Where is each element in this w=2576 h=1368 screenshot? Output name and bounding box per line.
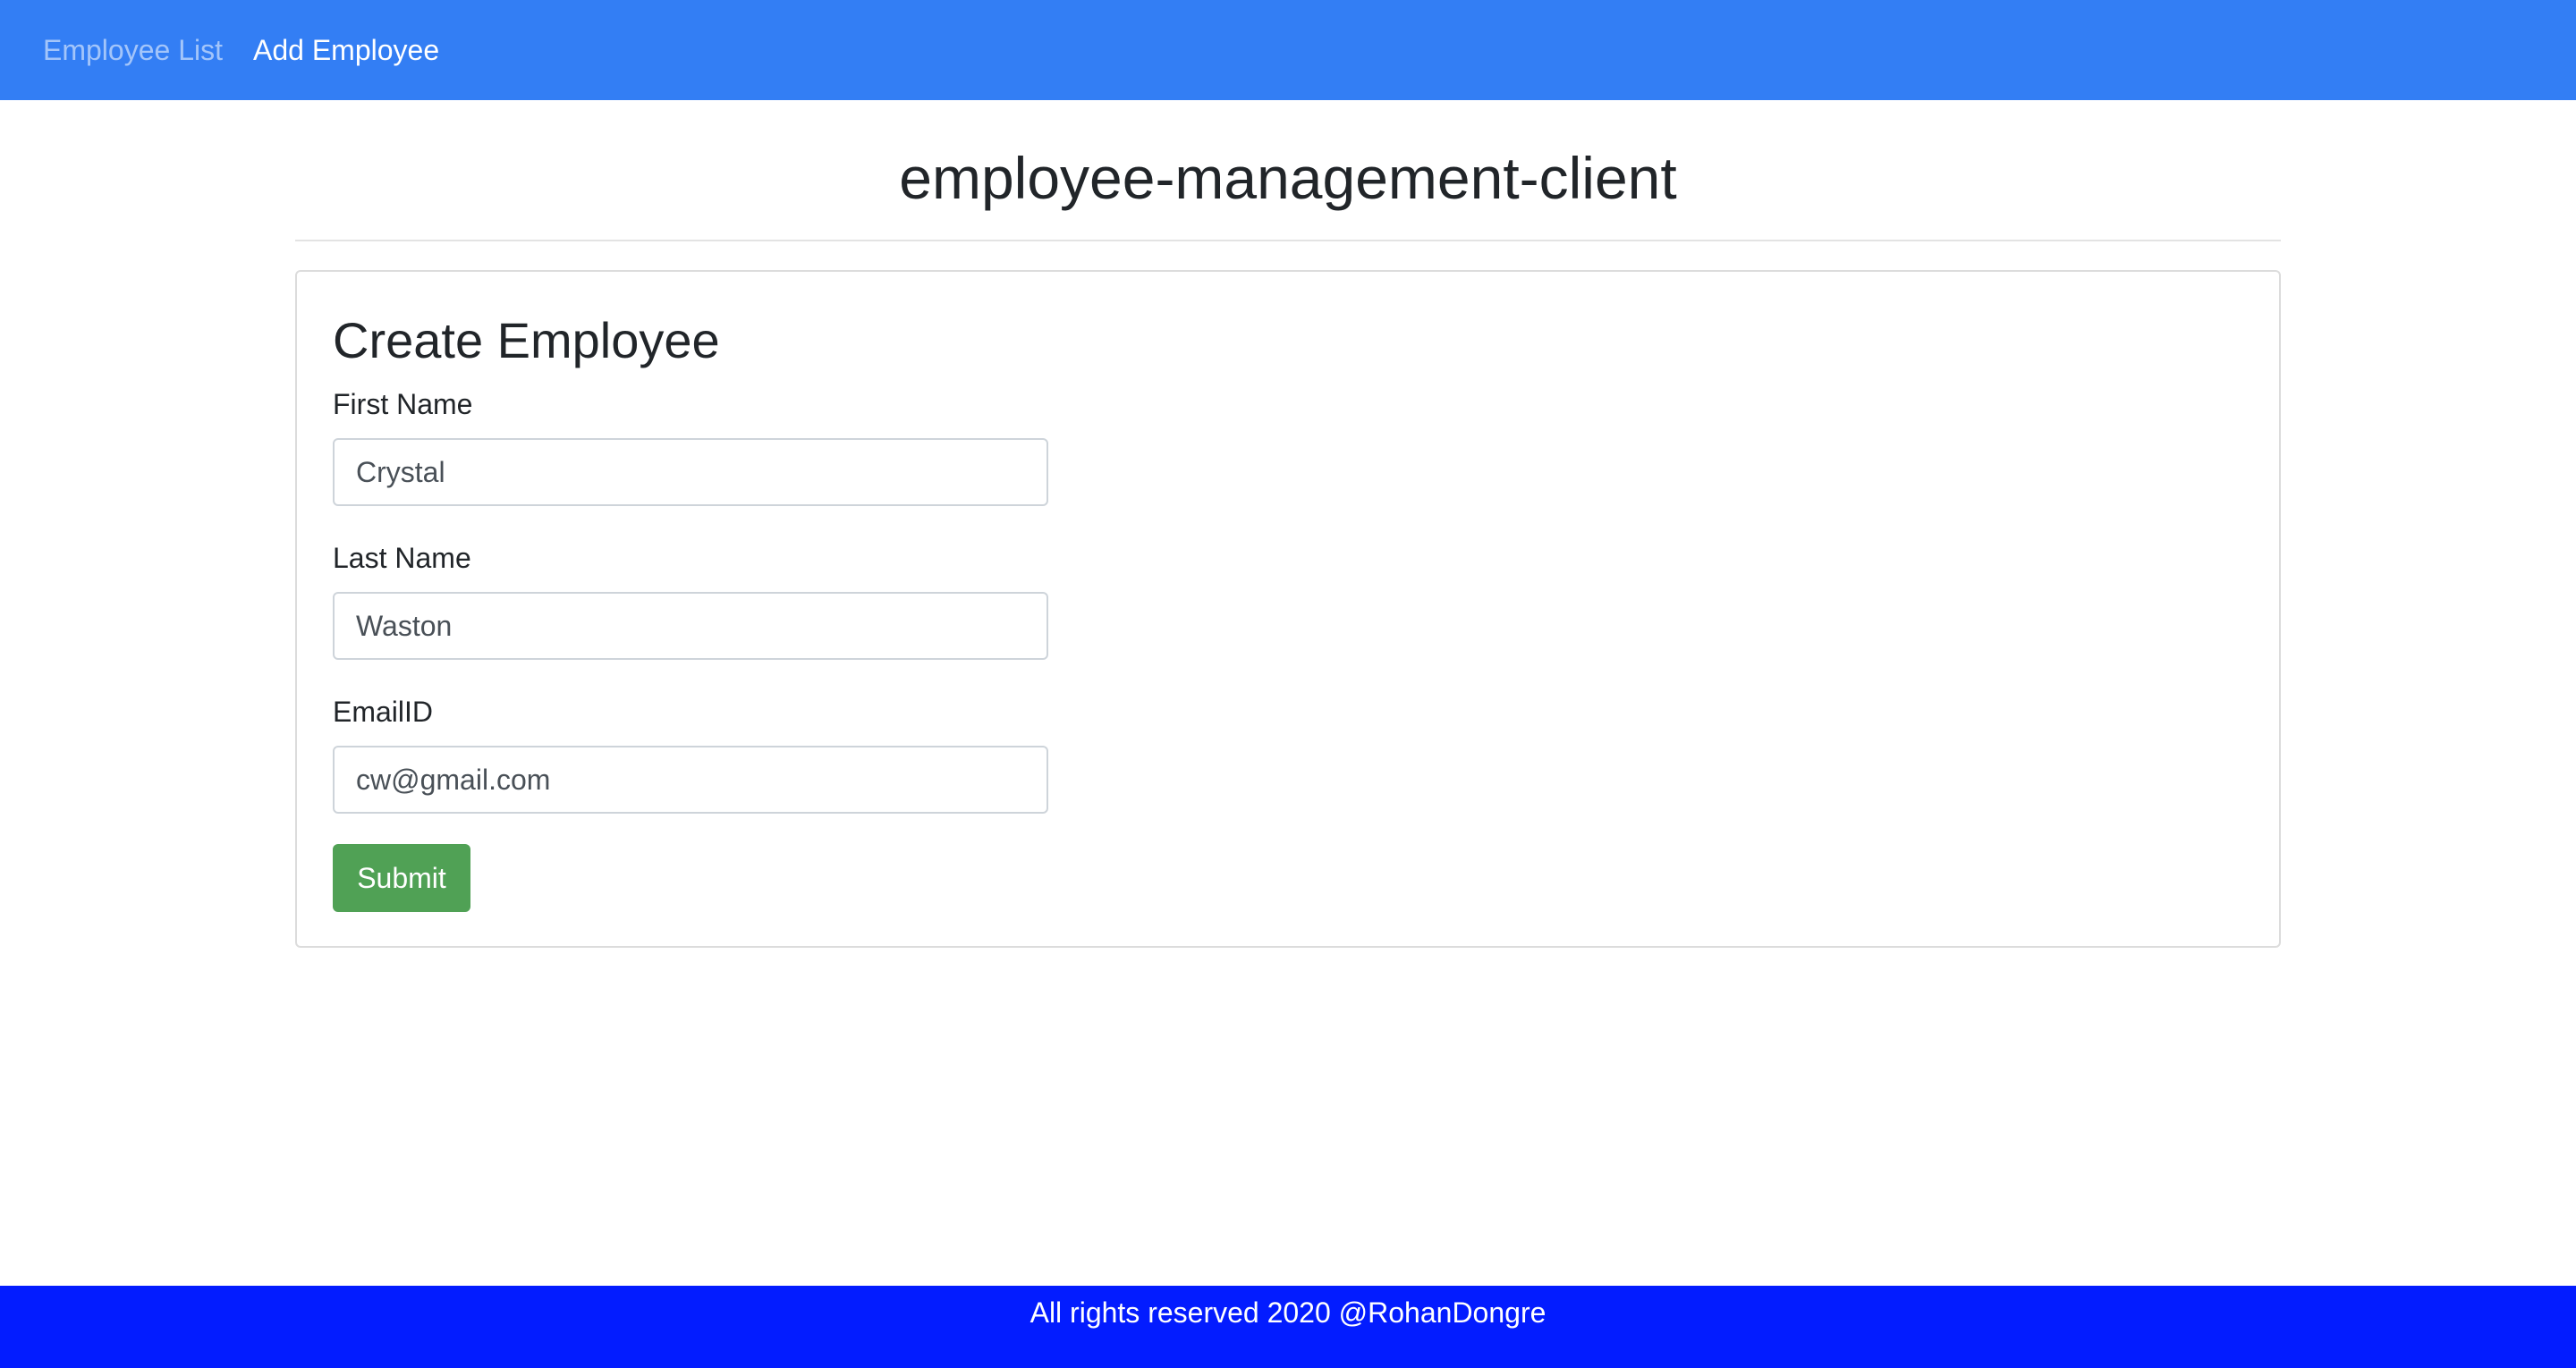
- last-name-input[interactable]: [333, 592, 1048, 660]
- nav-employee-list-link[interactable]: Employee List: [43, 36, 223, 64]
- email-id-label: EmailID: [333, 696, 434, 728]
- last-name-label: Last Name: [333, 542, 471, 574]
- page-title: employee-management-client: [899, 145, 1677, 211]
- top-navbar: Employee List Add Employee: [0, 0, 2576, 100]
- first-name-input[interactable]: [333, 438, 1048, 506]
- first-name-label: First Name: [333, 388, 473, 420]
- create-employee-card: Create Employee First Name Last Name Ema…: [295, 270, 2281, 948]
- title-divider: [295, 240, 2281, 241]
- footer: All rights reserved 2020 @RohanDongre: [0, 1286, 2576, 1368]
- form-title: Create Employee: [333, 312, 720, 368]
- footer-text: All rights reserved 2020 @RohanDongre: [1030, 1296, 1546, 1329]
- submit-button[interactable]: Submit: [333, 844, 470, 912]
- nav-add-employee-link[interactable]: Add Employee: [253, 36, 439, 64]
- email-id-input[interactable]: [333, 746, 1048, 814]
